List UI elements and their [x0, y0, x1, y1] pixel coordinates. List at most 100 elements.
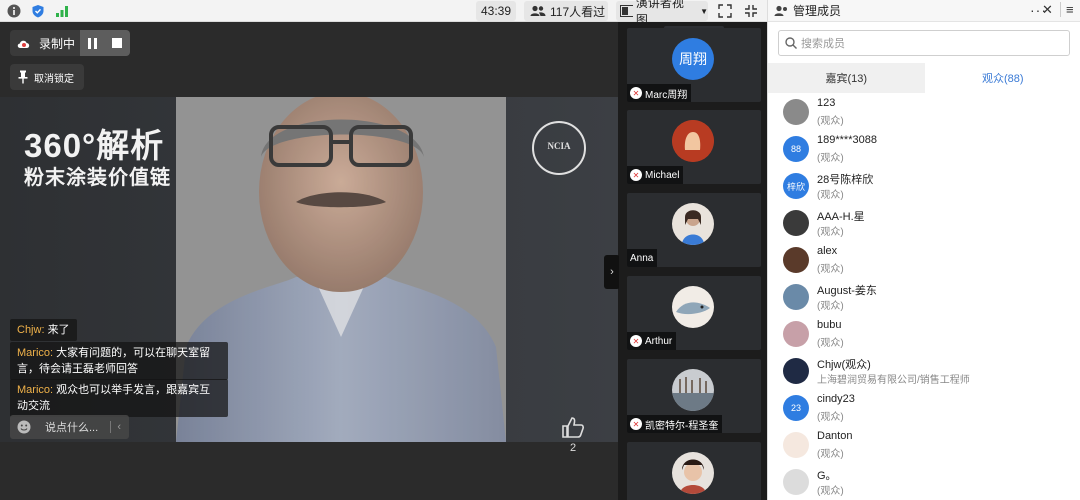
member-list[interactable]: 123 (观众) 88 189****3088 (观众) 梓欣 28号陈梓欣 (观众) AAA-… [768, 95, 1080, 500]
close-icon[interactable]: ✕ [1042, 2, 1053, 18]
member-row[interactable]: alex (观众) [768, 243, 1080, 280]
guest-name-tag: Anna [627, 249, 658, 267]
unpin-button[interactable]: 取消锁定 [10, 64, 84, 90]
emoji-icon[interactable] [17, 420, 31, 434]
member-tabs: 嘉宾(13) 观众(88) [768, 63, 1080, 93]
search-icon [785, 37, 797, 49]
member-row[interactable]: 123 (观众) [768, 95, 1080, 132]
members-icon [774, 5, 787, 16]
view-mode-dropdown[interactable]: 演讲者视图 ▼ [616, 0, 708, 27]
member-name: Chjw(观众) [817, 359, 871, 371]
member-role: (观众) [817, 449, 844, 460]
pin-icon [18, 70, 28, 84]
guest-tile[interactable] [627, 442, 761, 500]
chevron-down-icon: ▼ [700, 6, 708, 16]
chevron-right-icon: › [610, 266, 614, 278]
info-icon[interactable] [6, 3, 22, 19]
member-name: 123 [817, 97, 836, 109]
tab-audience[interactable]: 观众(88) [924, 63, 1080, 93]
panel-title: 管理成员 [793, 4, 842, 18]
chevron-left-icon[interactable]: ‹ [110, 421, 121, 433]
member-name: G。 [817, 470, 837, 482]
member-role: (观众) [817, 486, 844, 497]
unpin-label: 取消锁定 [34, 73, 74, 85]
guest-name-tag: ✕ Arthur [627, 332, 677, 350]
avatar: 23 [783, 395, 809, 421]
mic-muted-icon: ✕ [630, 87, 642, 99]
mic-muted-icon: ✕ [630, 418, 642, 430]
cloud-record-icon [17, 40, 30, 48]
avatar [672, 286, 714, 328]
member-row[interactable]: Chjw(观众) 上海碧润贸易有限公司/销售工程师 [768, 354, 1080, 391]
guest-strip: ︿ 周翔 ✕Marc周翔 ✕Michael Anna ✕Arthur [619, 22, 767, 500]
fullscreen-icon[interactable] [716, 2, 734, 20]
chat-placeholder: 说点什么... [45, 422, 99, 434]
guest-tile[interactable]: ✕ Michael [627, 110, 761, 184]
chat-message: Marico: 观众也可以举手发言，跟嘉宾互动交流 [10, 379, 228, 417]
avatar [783, 432, 809, 458]
viewer-count-label: 117人看过 [550, 4, 606, 19]
search-placeholder: 搜索成员 [801, 38, 845, 50]
member-panel: 管理成员 ··· ✕ ≡ 搜索成员 嘉宾(13) 观众(88) 123 (观众) 8… [767, 0, 1080, 500]
top-toolbar: 43:39 117人看过 演讲者视图 ▼ [0, 0, 767, 27]
avatar [783, 321, 809, 347]
member-role: (观众) [817, 412, 844, 423]
main-stage: 录制中 取消锁定 360°解析 粉末涂装价值链 NCIA Chjw: 来了 Ma… [0, 22, 620, 500]
pause-icon[interactable] [87, 37, 97, 49]
avatar [672, 452, 714, 494]
guest-name-tag: ✕ 凯密特尔-程圣奎 [627, 415, 723, 433]
shield-icon[interactable] [30, 3, 46, 19]
member-search-input[interactable]: 搜索成员 [778, 30, 1070, 56]
avatar: 梓欣 [783, 173, 809, 199]
member-role: (观众) [817, 190, 844, 201]
avatar [783, 247, 809, 273]
member-role: (观众) [817, 338, 844, 349]
member-row[interactable]: 23 cindy23 (观众) [768, 391, 1080, 428]
avatar: 88 [783, 136, 809, 162]
menu-icon[interactable]: ≡ [1060, 2, 1074, 17]
viewer-count[interactable]: 117人看过 [524, 1, 608, 21]
chat-input[interactable]: 说点什么... ‹ [10, 415, 129, 439]
collapse-strip-button[interactable]: › [604, 255, 620, 289]
member-row[interactable]: Danton (观众) [768, 428, 1080, 465]
avatar [783, 210, 809, 236]
member-role: (观众) [817, 153, 844, 164]
layout-icon [620, 5, 633, 17]
guest-tile[interactable]: ✕ Arthur [627, 276, 761, 350]
member-name: 189****3088 [817, 134, 877, 146]
member-row[interactable]: 88 189****3088 (观众) [768, 132, 1080, 169]
tab-guests[interactable]: 嘉宾(13) [768, 63, 925, 93]
guest-name-tag: ✕ Michael [627, 166, 684, 184]
avatar [783, 284, 809, 310]
guest-tile[interactable]: ✕ 凯密特尔-程圣奎 [627, 359, 761, 433]
avatar [672, 203, 714, 245]
member-row[interactable]: 梓欣 28号陈梓欣 (观众) [768, 169, 1080, 206]
member-role: (观众) [817, 227, 844, 238]
member-row[interactable]: August-姜东 (观众) [768, 280, 1080, 317]
member-row[interactable]: G。 (观众) [768, 465, 1080, 500]
member-row[interactable]: bubu (观众) [768, 317, 1080, 354]
guest-name-tag: ✕ Marc周翔 [627, 84, 692, 102]
recording-label: 录制中 [39, 36, 76, 51]
speaker-video[interactable]: 360°解析 粉末涂装价值链 NCIA Chjw: 来了 Marico: 大家有… [0, 97, 618, 442]
collapse-screen-icon[interactable] [742, 2, 760, 20]
member-name: Danton [817, 430, 853, 442]
thumbs-up-icon [562, 417, 584, 438]
like-button[interactable]: 2 [560, 416, 586, 454]
stop-icon[interactable] [112, 38, 123, 48]
member-role: 上海碧润贸易有限公司/销售工程师 [817, 375, 970, 386]
panel-header: 管理成员 ··· ✕ ≡ [768, 0, 1080, 22]
guest-tile[interactable]: Anna [627, 193, 761, 267]
avatar [672, 120, 714, 162]
member-name: alex [817, 245, 838, 257]
avatar [672, 369, 714, 411]
member-name: AAA-H.星 [817, 211, 865, 223]
guest-tile[interactable]: 周翔 ✕ Marc周翔 [627, 28, 761, 102]
avatar: 周翔 [672, 38, 714, 80]
member-name: bubu [817, 319, 842, 331]
member-role: (观众) [817, 116, 844, 127]
ncia-logo: NCIA [532, 121, 586, 175]
member-row[interactable]: AAA-H.星 (观众) [768, 206, 1080, 243]
signal-icon[interactable] [54, 3, 70, 19]
member-name: 28号陈梓欣 [817, 174, 874, 186]
